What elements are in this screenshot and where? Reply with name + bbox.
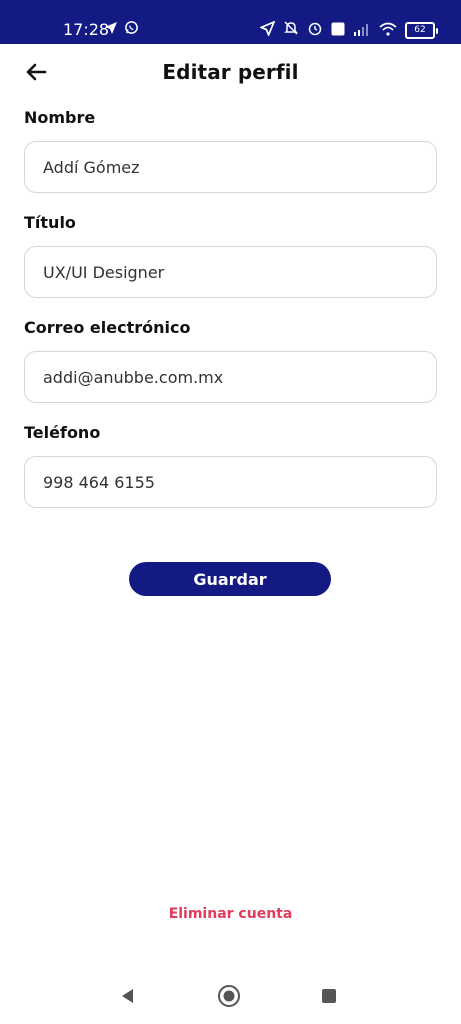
- wifi-icon: [379, 21, 397, 40]
- title-input[interactable]: [24, 246, 437, 298]
- triangle-back-icon: [119, 987, 137, 1009]
- navigation-icon: [258, 19, 276, 40]
- alarm-icon: [307, 20, 323, 40]
- status-right-icons: 62: [258, 19, 438, 40]
- phone-field-group: Teléfono: [24, 423, 437, 508]
- title-field-group: Título: [24, 213, 437, 298]
- page-title: Editar perfil: [162, 60, 299, 84]
- status-bar: 17:28 62: [0, 0, 461, 44]
- square-recents-icon: [320, 987, 338, 1009]
- whatsapp-icon: [124, 20, 139, 39]
- name-input[interactable]: [24, 141, 437, 193]
- signal-icon: [353, 21, 371, 40]
- header: Editar perfil: [0, 58, 461, 90]
- name-field-group: Nombre: [24, 108, 437, 193]
- nav-recents-button[interactable]: [314, 983, 344, 1013]
- battery-icon: 62: [405, 21, 438, 39]
- volte-icon: [331, 21, 345, 40]
- phone-input[interactable]: [24, 456, 437, 508]
- system-nav-bar: [0, 970, 461, 1024]
- phone-label: Teléfono: [24, 423, 101, 442]
- nav-home-button[interactable]: [214, 983, 244, 1013]
- status-left-icons: [104, 20, 139, 39]
- status-time: 17:28: [63, 20, 110, 39]
- title-label: Título: [24, 213, 76, 232]
- name-label: Nombre: [24, 108, 96, 127]
- home-circle-icon: [217, 984, 241, 1012]
- email-input[interactable]: [24, 351, 437, 403]
- email-field-group: Correo electrónico: [24, 318, 437, 403]
- nav-back-button[interactable]: [113, 983, 143, 1013]
- email-label: Correo electrónico: [24, 318, 191, 337]
- location-arrow-icon: [104, 20, 118, 39]
- save-button[interactable]: Guardar: [129, 562, 331, 596]
- notifications-off-icon: [283, 20, 299, 40]
- profile-form: Nombre Título Correo electrónico Teléfon…: [24, 108, 437, 528]
- delete-account-link[interactable]: Eliminar cuenta: [0, 906, 461, 922]
